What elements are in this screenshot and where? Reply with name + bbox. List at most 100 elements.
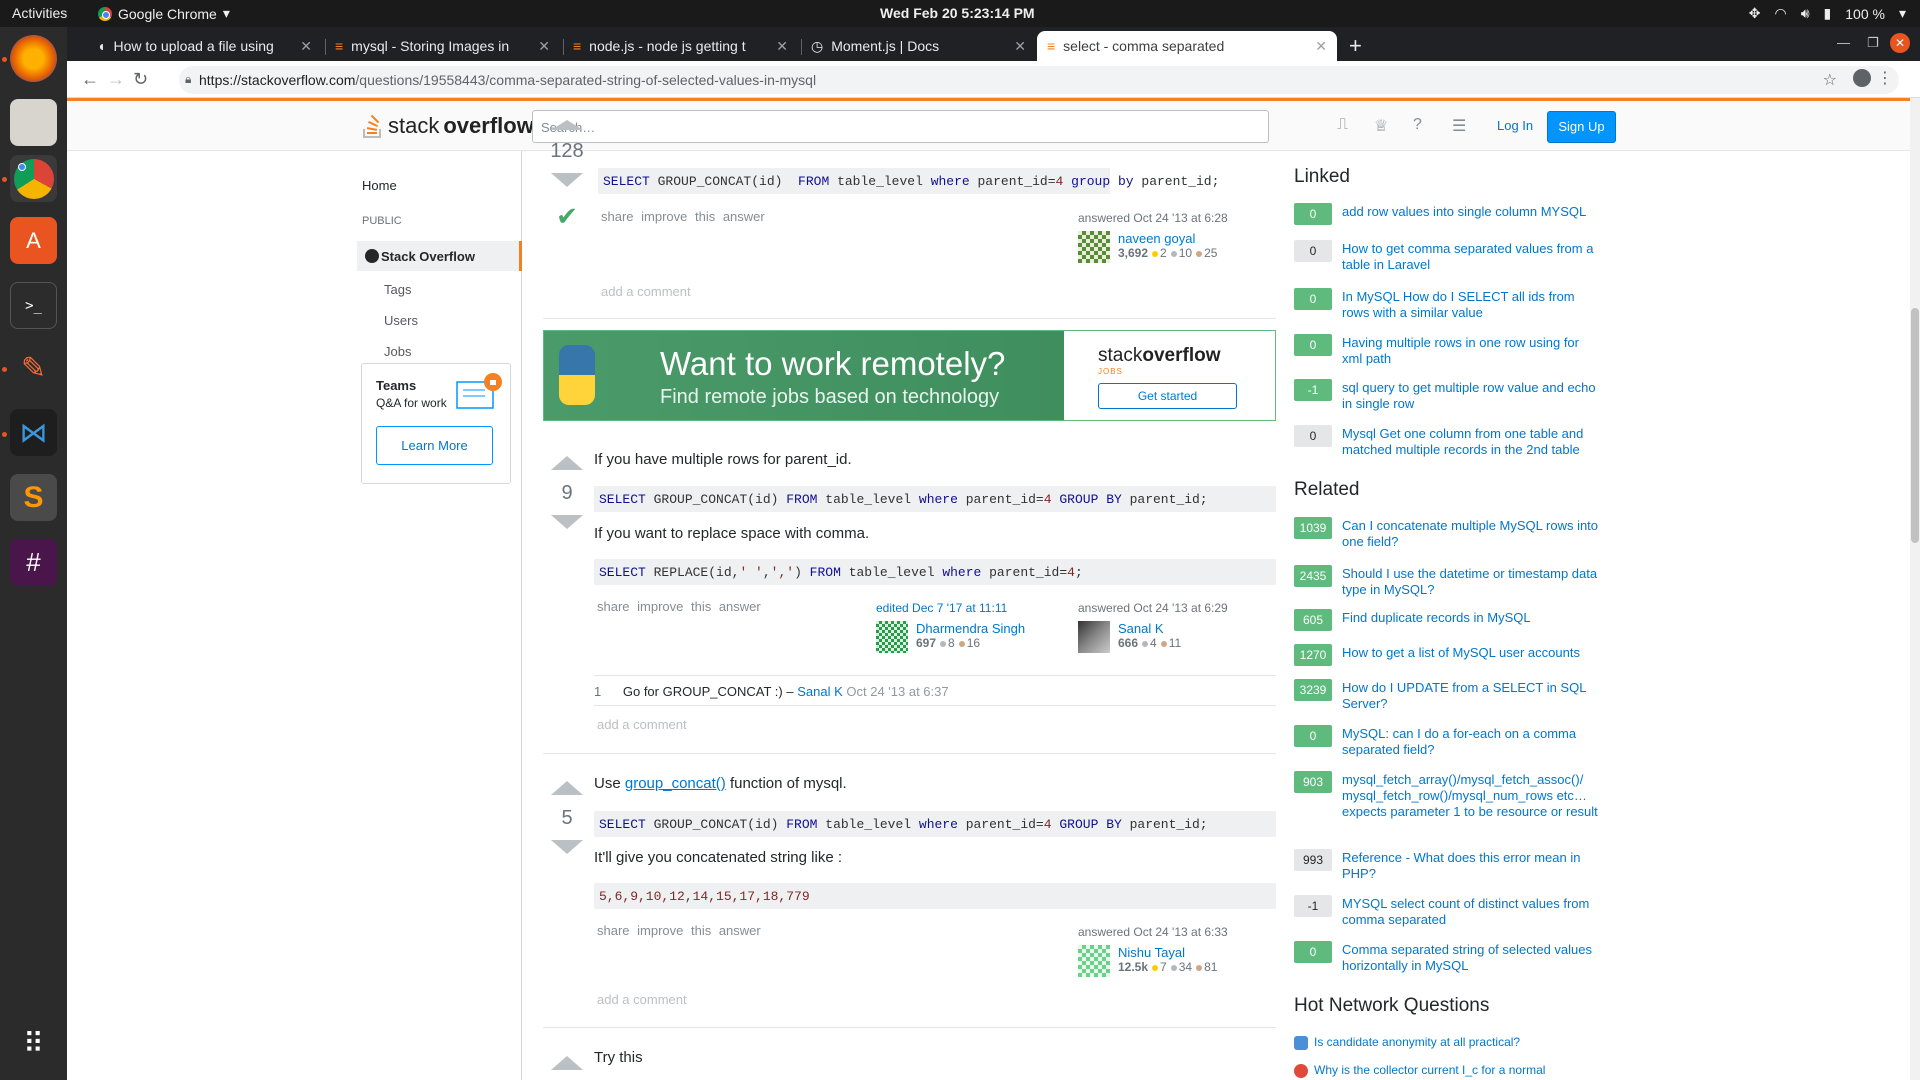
question-link[interactable]: How to get comma separated values from a…	[1342, 241, 1602, 273]
app-menu[interactable]: Google Chrome ▾	[98, 5, 230, 22]
system-tray[interactable]: ✥ ◠ 🔊︎ ▮ 100 % ▾	[1749, 5, 1906, 22]
upvote-icon[interactable]	[551, 120, 583, 130]
scrollbar-thumb[interactable]	[1911, 308, 1919, 543]
question-link[interactable]: mysql_fetch_array()/mysql_fetch_assoc()/…	[1342, 772, 1602, 820]
vscode-icon[interactable]: ⋈	[10, 409, 57, 456]
chrome-dock-icon[interactable]	[10, 155, 57, 202]
question-link[interactable]: Find duplicate records in MySQL	[1342, 610, 1602, 626]
close-icon[interactable]: ✕	[776, 38, 788, 55]
user-name[interactable]: Dharmendra Singh	[916, 621, 1056, 636]
avatar[interactable]	[1078, 231, 1110, 263]
tab-comma-separated[interactable]: ≡ select - comma separated ✕	[1037, 31, 1337, 61]
search-input[interactable]: Search…	[532, 110, 1269, 143]
files-icon[interactable]	[10, 99, 57, 146]
more-menu-icon[interactable]: ⋮	[1877, 68, 1893, 88]
bookmark-star-icon[interactable]: ☆	[1823, 70, 1837, 90]
avatar[interactable]	[1078, 945, 1110, 977]
maximize-button[interactable]: ❐	[1867, 35, 1879, 51]
question-link[interactable]: Having multiple rows in one row using fo…	[1342, 335, 1602, 367]
close-icon[interactable]: ✕	[538, 38, 550, 55]
login-link[interactable]: Log In	[1497, 118, 1533, 133]
comment-user[interactable]: Sanal K	[797, 684, 843, 699]
site-switcher-icon[interactable]: ☰	[1452, 116, 1466, 136]
sublime-text-icon[interactable]: S	[10, 474, 57, 521]
question-link[interactable]: Mysql Get one column from one table and …	[1342, 426, 1602, 458]
site-icon	[1294, 1035, 1308, 1050]
close-window-button[interactable]: ✕	[1890, 33, 1910, 53]
tab-momentjs[interactable]: ◷ Moment.js | Docs ✕	[801, 31, 1036, 61]
answer-actions[interactable]: share improve this answer	[597, 599, 761, 614]
tab-mysql-images[interactable]: ≡ mysql - Storing Images in ✕	[325, 31, 560, 61]
question-link[interactable]: sql query to get multiple row value and …	[1342, 380, 1602, 412]
activities-button[interactable]: Activities	[12, 5, 67, 21]
question-link[interactable]: MYSQL select count of distinct values fr…	[1342, 896, 1602, 928]
firefox-icon[interactable]	[10, 35, 57, 82]
answer-actions[interactable]: share improve this answer	[597, 923, 761, 938]
downvote-icon[interactable]	[551, 173, 583, 187]
question-link[interactable]: Comma separated string of selected value…	[1342, 942, 1602, 974]
user-name[interactable]: Sanal K	[1118, 621, 1258, 636]
scrollbar[interactable]	[1910, 98, 1920, 1080]
clock[interactable]: Wed Feb 20 5:23:14 PM	[880, 5, 1035, 21]
forward-button[interactable]: →	[107, 69, 125, 90]
edited-date[interactable]: edited Dec 7 '17 at 11:11	[876, 601, 1007, 615]
avatar[interactable]	[876, 621, 908, 653]
get-started-button[interactable]: Get started	[1098, 383, 1237, 409]
add-comment-link[interactable]: add a comment	[601, 284, 691, 299]
nav-stackoverflow[interactable]: Stack Overflow	[357, 241, 522, 271]
group-concat-link[interactable]: group_concat()	[625, 775, 726, 792]
reload-button[interactable]: ↻	[133, 69, 148, 90]
question-link[interactable]: Should I use the datetime or timestamp d…	[1342, 566, 1602, 598]
account-icon[interactable]	[1853, 69, 1871, 87]
answer-actions[interactable]: share improve this answer	[601, 209, 765, 224]
answer-text-post: function of mysql.	[729, 775, 847, 792]
question-link[interactable]: Reference - What does this error mean in…	[1342, 850, 1602, 882]
close-icon[interactable]: ✕	[1315, 38, 1327, 55]
dock: A >_ ✎ ⋈ S # ⠿	[0, 27, 67, 1080]
upvote-icon[interactable]	[551, 456, 583, 470]
jobs-advertisement[interactable]: Want to work remotely? Find remote jobs …	[543, 330, 1276, 421]
stackoverflow-favicon-icon: ≡	[335, 38, 344, 54]
question-link[interactable]: How to get a list of MySQL user accounts	[1342, 645, 1602, 661]
minimize-button[interactable]: —	[1837, 35, 1850, 50]
postman-icon[interactable]: ✎	[10, 345, 57, 392]
question-link[interactable]: MySQL: can I do a for-each on a comma se…	[1342, 726, 1602, 758]
nav-jobs[interactable]: Jobs	[384, 344, 411, 359]
back-button[interactable]: ←	[81, 69, 99, 90]
stackoverflow-logo[interactable]: stack overflow	[362, 113, 534, 139]
tab-nodejs[interactable]: ≡ node.js - node js getting t ✕	[563, 31, 798, 61]
nav-home[interactable]: Home	[362, 178, 397, 193]
show-applications-icon[interactable]: ⠿	[10, 1020, 57, 1067]
nav-users[interactable]: Users	[384, 313, 418, 328]
new-tab-button[interactable]: +	[1349, 33, 1362, 59]
trophy-icon[interactable]: ♕	[1374, 116, 1388, 136]
help-icon[interactable]: ?	[1413, 116, 1422, 134]
signup-button[interactable]: Sign Up	[1547, 111, 1616, 143]
hot-question[interactable]: Why is the collector current I_c for a n…	[1294, 1063, 1545, 1078]
downvote-icon[interactable]	[551, 515, 583, 529]
software-center-icon[interactable]: A	[10, 217, 57, 264]
learn-more-button[interactable]: Learn More	[376, 426, 493, 465]
address-bar[interactable]: 🔒︎ https://stackoverflow.com/questions/1…	[179, 66, 1899, 94]
inbox-icon[interactable]: ⎍	[1337, 116, 1348, 134]
tab-upload-file[interactable]: ◖ How to upload a file using ✕	[87, 31, 322, 61]
upvote-icon[interactable]	[551, 781, 583, 795]
close-icon[interactable]: ✕	[300, 38, 312, 55]
hot-question[interactable]: Is candidate anonymity at all practical?	[1294, 1035, 1520, 1050]
question-link[interactable]: How do I UPDATE from a SELECT in SQL Ser…	[1342, 680, 1602, 712]
avatar[interactable]	[1078, 621, 1110, 653]
user-name[interactable]: naveen goyal	[1118, 231, 1258, 246]
question-link[interactable]: add row values into single column MYSQL	[1342, 204, 1602, 220]
slack-icon[interactable]: #	[10, 539, 57, 586]
add-comment-link[interactable]: add a comment	[597, 992, 687, 1007]
nav-tags[interactable]: Tags	[384, 282, 411, 297]
add-comment-link[interactable]: add a comment	[597, 717, 687, 732]
question-link[interactable]: In MySQL How do I SELECT all ids from ro…	[1342, 289, 1602, 321]
downvote-icon[interactable]	[551, 840, 583, 854]
question-link[interactable]: Can I concatenate multiple MySQL rows in…	[1342, 518, 1602, 550]
upvote-icon[interactable]	[551, 1056, 583, 1070]
answer-text: Use group_concat() function of mysql.	[594, 775, 847, 792]
terminal-icon[interactable]: >_	[10, 282, 57, 329]
close-icon[interactable]: ✕	[1014, 38, 1026, 55]
user-name[interactable]: Nishu Tayal	[1118, 945, 1258, 960]
